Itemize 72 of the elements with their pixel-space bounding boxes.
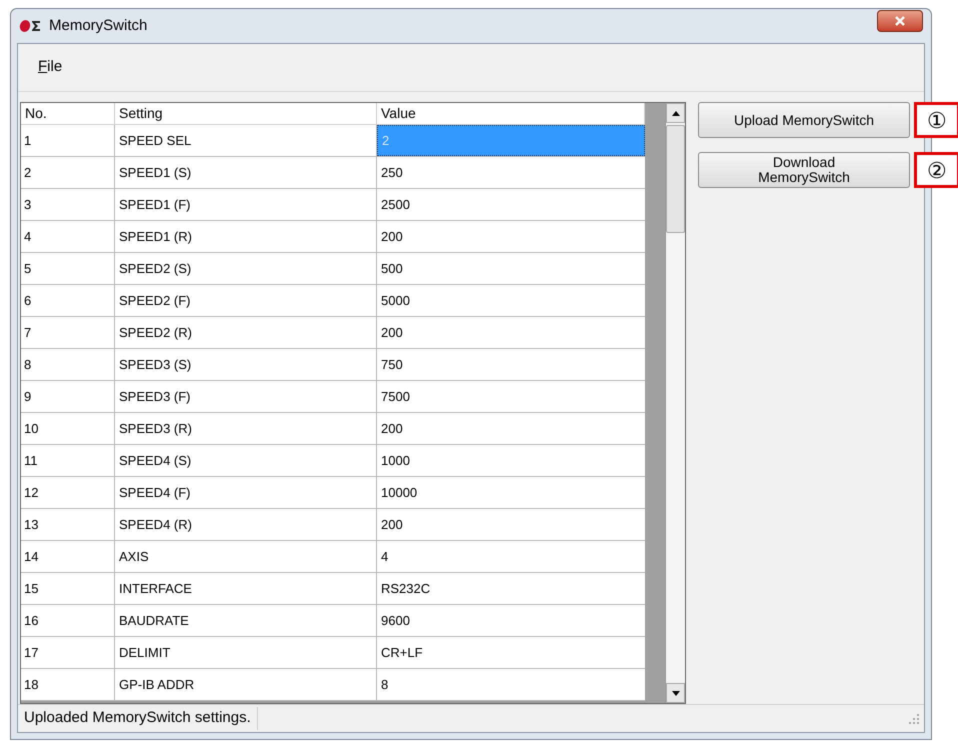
table-cell[interactable]: 200 [377,221,645,252]
table-cell[interactable]: 4 [377,541,645,572]
table-cell: 8 [21,349,115,380]
table-cell: 15 [21,573,115,604]
menu-item[interactable]: File [38,56,62,79]
up-arrow-icon [672,110,680,116]
scroll-up-button[interactable] [666,103,685,123]
table-cell: 17 [21,637,115,668]
table-cell[interactable]: 8 [377,669,645,700]
table-cell: SPEED4 (F) [115,477,377,508]
action-button[interactable]: Upload MemorySwitch [698,102,910,138]
table-cell: SPEED1 (S) [115,157,377,188]
table-cell: SPEED1 (F) [115,189,377,220]
table-cell[interactable]: 200 [377,509,645,540]
table-cell[interactable]: 5000 [377,285,645,316]
table-cell[interactable]: RS232C [377,573,645,604]
table-cell: 11 [21,445,115,476]
table-cell: 9 [21,381,115,412]
table-cell[interactable]: 2500 [377,189,645,220]
table-cell: 14 [21,541,115,572]
table-cell[interactable]: 9600 [377,605,645,636]
table-cell: SPEED4 (S) [115,445,377,476]
table-cell: SPEED4 (R) [115,509,377,540]
scrollbar[interactable] [665,103,685,703]
table-cell: SPEED3 (F) [115,381,377,412]
table-cell[interactable]: CR+LF [377,637,645,668]
close-icon [894,16,906,26]
table-cell: 1 [21,125,115,156]
resize-grip-icon [908,712,920,724]
table-cell: 16 [21,605,115,636]
table-cell: SPEED3 (R) [115,413,377,444]
table-cell: SPEED2 (S) [115,253,377,284]
table-cell: SPEED2 (F) [115,285,377,316]
column-header[interactable]: No. [21,103,115,124]
table-cell: SPEED1 (R) [115,221,377,252]
close-button[interactable] [877,10,923,32]
table-cell[interactable]: 10000 [377,477,645,508]
down-arrow-icon [672,690,680,696]
scroll-down-button[interactable] [666,683,685,703]
column-header[interactable]: Value [377,103,645,124]
table-cell: 18 [21,669,115,700]
table-cell: 6 [21,285,115,316]
table-cell[interactable]: 500 [377,253,645,284]
table-cell: 4 [21,221,115,252]
table-cell[interactable]: 200 [377,317,645,348]
table-cell: AXIS [115,541,377,572]
table-cell[interactable]: 750 [377,349,645,380]
table-cell: 7 [21,317,115,348]
callout-number: ① [914,102,958,138]
app-logo-icon [19,19,43,33]
table-cell: 2 [21,157,115,188]
column-header[interactable]: Setting [115,103,377,124]
table-cell: 3 [21,189,115,220]
table-cell: 12 [21,477,115,508]
table-cell: 13 [21,509,115,540]
action-button[interactable]: Download MemorySwitch [698,152,910,188]
table-cell[interactable]: 1000 [377,445,645,476]
table-cell: SPEED2 (R) [115,317,377,348]
table-cell: DELIMIT [115,637,377,668]
window-title: MemorySwitch [49,16,148,36]
table-cell[interactable]: 7500 [377,381,645,412]
callout-number: ② [914,152,958,188]
table-cell[interactable]: 250 [377,157,645,188]
status-text: Uploaded MemorySwitch settings. [18,707,258,730]
table-cell: BAUDRATE [115,605,377,636]
table-cell: 10 [21,413,115,444]
table-cell: GP-IB ADDR [115,669,377,700]
table-cell: SPEED3 (S) [115,349,377,380]
table-cell[interactable]: 200 [377,413,645,444]
table-cell: INTERFACE [115,573,377,604]
table-cell: 5 [21,253,115,284]
scroll-thumb[interactable] [666,125,685,233]
